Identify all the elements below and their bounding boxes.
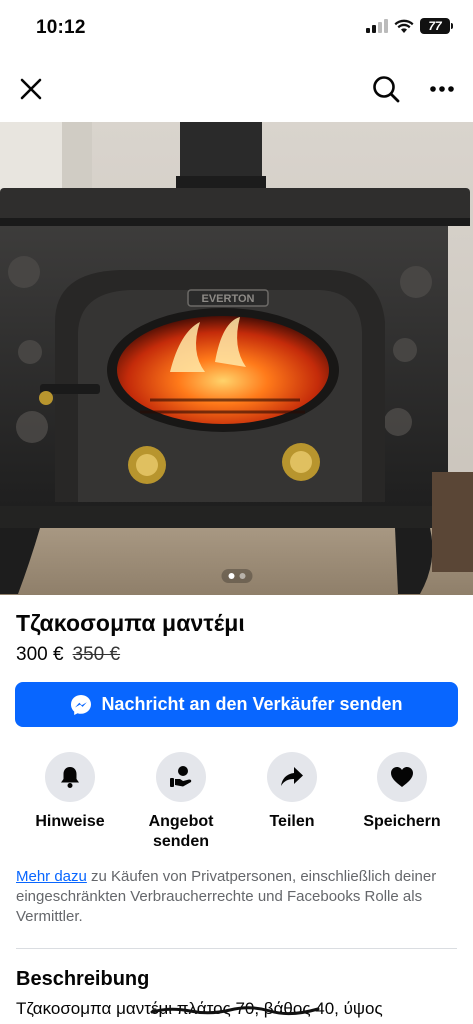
share-button[interactable]: Teilen xyxy=(237,752,347,832)
strikethrough-scribble xyxy=(150,1006,320,1016)
send-offer-circle xyxy=(156,752,206,802)
save-label: Speichern xyxy=(363,813,441,830)
listing-title: Τζακοσομπα μαντέμι xyxy=(16,610,245,636)
share-arrow-icon xyxy=(281,767,303,786)
heart-icon xyxy=(391,767,413,787)
cellular-signal-icon xyxy=(366,19,388,33)
pagination-dot-active xyxy=(228,573,234,579)
messenger-icon xyxy=(71,694,92,715)
share-label: Teilen xyxy=(269,813,315,830)
image-pagination-dots xyxy=(221,569,252,583)
send-offer-button[interactable]: Angebot senden xyxy=(126,752,236,852)
message-seller-button[interactable]: Nachricht an den Verkäufer senden xyxy=(15,682,458,727)
save-button[interactable]: Speichern xyxy=(347,752,457,832)
status-time: 10:12 xyxy=(36,17,86,38)
bell-icon xyxy=(61,767,79,788)
more-options-button[interactable] xyxy=(419,66,465,112)
top-bar xyxy=(0,66,473,112)
divider xyxy=(16,948,457,949)
current-price: 300 € xyxy=(16,644,64,665)
brand-plate-text: EVERTON xyxy=(202,293,255,305)
stove-photo: EVERTON xyxy=(0,122,473,595)
share-circle xyxy=(267,752,317,802)
search-icon xyxy=(373,76,400,103)
send-offer-label: Angebot senden xyxy=(148,813,214,850)
alerts-button[interactable]: Hinweise xyxy=(15,752,125,832)
more-dots-icon xyxy=(430,86,454,92)
offer-hand-icon xyxy=(170,766,192,787)
legal-note: Mehr dazu zu Käufen von Privatpersonen, … xyxy=(16,867,456,927)
alerts-label: Hinweise xyxy=(35,813,105,830)
description-heading: Beschreibung xyxy=(16,968,150,990)
listing-photo[interactable]: EVERTON xyxy=(0,122,473,595)
pagination-dot xyxy=(239,573,245,579)
wifi-icon xyxy=(394,19,414,33)
battery-icon: 77 xyxy=(420,18,450,34)
status-bar: 10:12 77 xyxy=(0,0,473,58)
price-row: 300 € 350 € xyxy=(16,644,120,666)
learn-more-link[interactable]: Mehr dazu xyxy=(16,868,87,885)
save-circle xyxy=(377,752,427,802)
close-icon xyxy=(20,78,42,100)
search-button[interactable] xyxy=(363,66,409,112)
message-seller-label: Nachricht an den Verkäufer senden xyxy=(101,694,403,714)
old-price: 350 € xyxy=(72,644,121,665)
battery-tip xyxy=(451,23,453,29)
close-button[interactable] xyxy=(8,66,54,112)
alerts-circle xyxy=(45,752,95,802)
status-icons: 77 xyxy=(366,18,453,34)
